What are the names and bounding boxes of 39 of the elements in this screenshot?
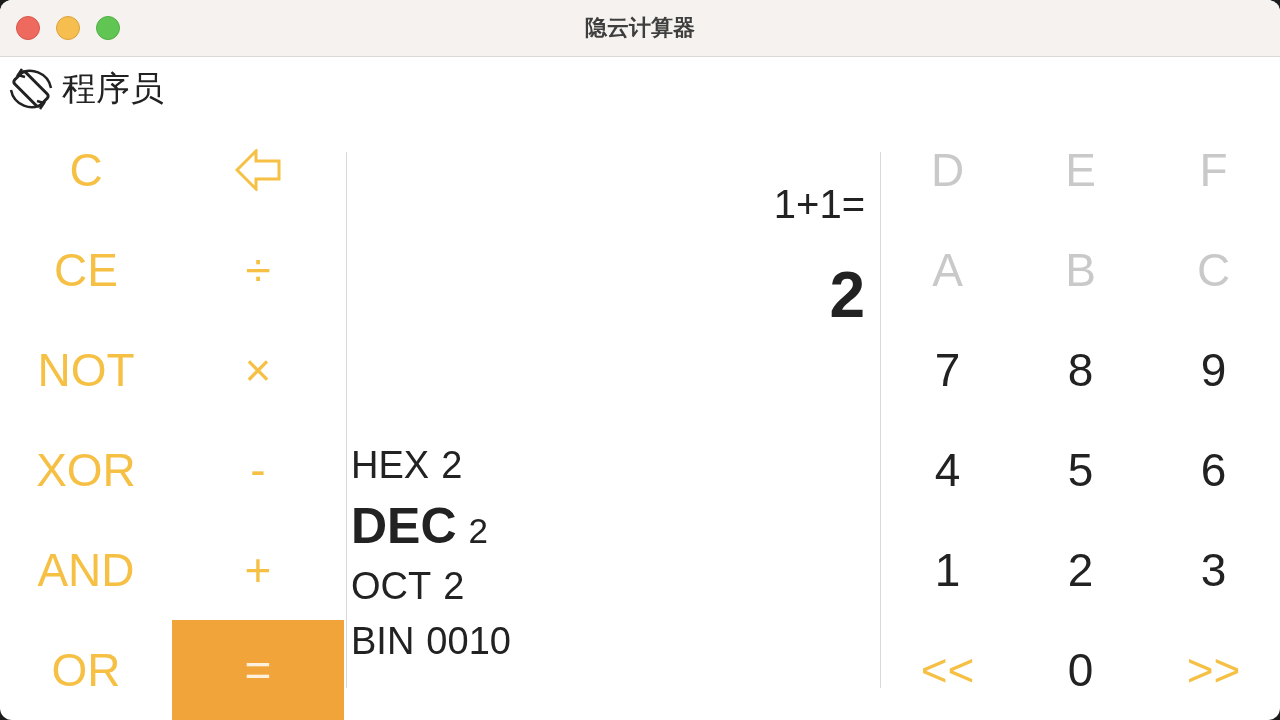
digit-key[interactable]: 5	[1059, 443, 1102, 497]
base-value: 2	[468, 510, 489, 552]
digit-key[interactable]: 1	[926, 543, 969, 597]
function-key[interactable]: ÷	[237, 243, 279, 297]
function-key[interactable]: CE	[46, 243, 126, 297]
zoom-button[interactable]	[96, 16, 120, 40]
digit-key[interactable]: 7	[926, 343, 969, 397]
base-label[interactable]: DEC	[351, 493, 457, 559]
mode-button[interactable]: 程序员	[8, 65, 164, 112]
digit-key[interactable]: 6	[1192, 443, 1235, 497]
result-text: 2	[829, 258, 865, 333]
base-label[interactable]: BIN	[351, 614, 415, 669]
base-label[interactable]: OCT	[351, 559, 432, 614]
digit-key[interactable]: 3	[1192, 543, 1235, 597]
function-key[interactable]: C	[61, 143, 111, 197]
function-key[interactable]: ×	[236, 343, 280, 397]
base-label[interactable]: HEX	[351, 438, 430, 493]
digit-key[interactable]: 2	[1059, 543, 1102, 597]
shift-key[interactable]: <<	[912, 643, 983, 697]
function-key[interactable]: NOT	[29, 343, 143, 397]
function-key[interactable]: +	[236, 543, 280, 597]
window-title: 隐云计算器	[585, 14, 695, 42]
digit-key[interactable]: 9	[1192, 343, 1235, 397]
digit-key[interactable]: 4	[926, 443, 969, 497]
shift-key[interactable]: >>	[1178, 643, 1249, 697]
expression-text: 1+1=	[773, 181, 865, 228]
base-value: 2	[441, 443, 463, 488]
base-value: 2	[443, 564, 465, 609]
arrow-left-icon	[235, 149, 281, 191]
function-key[interactable]: AND	[29, 543, 143, 597]
equals-key[interactable]: =	[172, 620, 344, 720]
function-key[interactable]: XOR	[28, 443, 144, 497]
function-key[interactable]: OR	[43, 643, 129, 697]
digit-key[interactable]: 8	[1059, 343, 1102, 397]
minimize-button[interactable]	[56, 16, 80, 40]
digit-key[interactable]: 0	[1059, 643, 1102, 697]
function-key[interactable]: -	[242, 443, 274, 497]
base-value: 0010	[426, 619, 511, 664]
close-button[interactable]	[16, 16, 40, 40]
